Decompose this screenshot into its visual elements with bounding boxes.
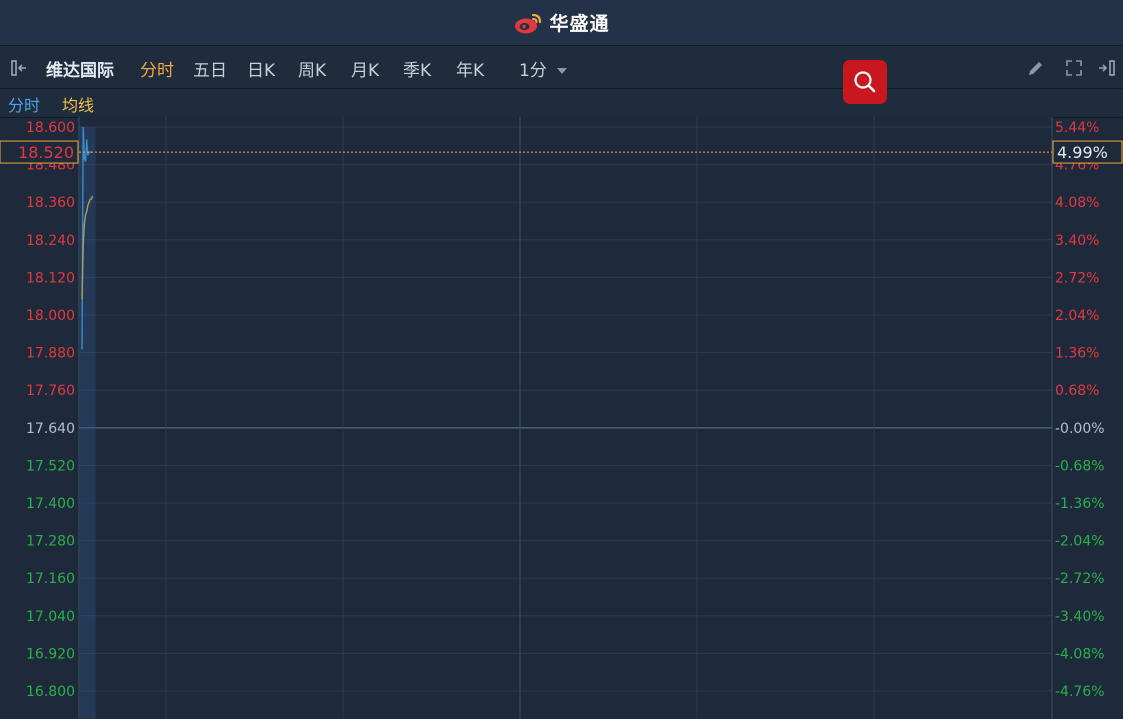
price-tick-label: 16.920 [26,646,75,662]
chevron-down-icon [556,68,567,74]
price-tick-label: 18.240 [26,233,75,249]
tab-monthly-k[interactable]: 月K [351,56,379,81]
pct-tick-label: 4.08% [1055,195,1099,211]
pct-tick-label: -4.76% [1055,684,1105,700]
price-tick-label: 17.760 [26,383,75,399]
search-button[interactable] [843,60,887,104]
price-tick-label: 17.880 [26,346,75,362]
collapse-left-icon[interactable] [10,58,30,78]
pct-tick-label: 2.04% [1055,308,1099,324]
chart-toolbar: 维达国际 分时 五日 日K 周K 月K 季K 年K 1分 [0,46,1123,89]
price-tick-label: 18.600 [26,120,75,136]
tab-intraday[interactable]: 分时 [140,56,174,81]
price-tick-label: 17.640 [26,421,75,437]
brand-name: 华盛通 [549,13,610,35]
current-change-label: 4.99% [1057,143,1108,162]
pct-tick-label: 1.36% [1055,346,1099,362]
pct-tick-label: -2.72% [1055,571,1105,587]
pct-tick-label: 0.68% [1055,383,1099,399]
price-tick-label: 18.360 [26,195,75,211]
price-area [80,127,96,719]
price-tick-label: 16.800 [26,684,75,700]
tab-yearly-k[interactable]: 年K [456,56,484,81]
intraday-chart[interactable]: 18.60018.48018.36018.24018.12018.00017.8… [0,117,1123,719]
pct-tick-label: 3.40% [1055,233,1099,249]
pct-tick-label: -1.36% [1055,496,1105,512]
pencil-icon[interactable] [1026,58,1046,78]
pct-tick-label: -3.40% [1055,609,1105,625]
price-tick-label: 17.400 [26,496,75,512]
interval-value: 1分 [519,61,547,81]
plot-area [79,117,1052,719]
legend-avg-line[interactable]: 均线 [62,92,94,116]
tab-weekly-k[interactable]: 周K [298,56,326,81]
stock-name[interactable]: 维达国际 [46,56,114,81]
price-tick-label: 17.520 [26,458,75,474]
price-tick-label: 17.040 [26,609,75,625]
app-header: 华盛通 [0,0,1123,46]
price-tick-label: 17.280 [26,534,75,550]
price-tick-label: 18.000 [26,308,75,324]
price-tick-label: 17.160 [26,571,75,587]
weibo-logo-icon [515,13,542,33]
legend-bar: 分时 均线 [0,89,1123,118]
pct-tick-label: -4.08% [1055,646,1105,662]
legend-price-line[interactable]: 分时 [8,92,40,116]
pct-tick-label: -0.00% [1055,421,1105,437]
search-icon [854,71,876,93]
collapse-right-icon[interactable] [1097,58,1117,78]
current-price-label: 18.520 [18,143,74,162]
pct-tick-label: -2.04% [1055,534,1105,550]
pct-tick-label: -0.68% [1055,458,1105,474]
price-tick-label: 18.120 [26,270,75,286]
tab-quarterly-k[interactable]: 季K [403,56,431,81]
tab-daily-k[interactable]: 日K [247,56,275,81]
interval-dropdown[interactable]: 1分 [519,56,567,81]
pct-tick-label: 5.44% [1055,120,1099,136]
brand: 华盛通 [513,9,609,36]
tab-five-day[interactable]: 五日 [193,56,227,81]
fullscreen-icon[interactable] [1064,58,1084,78]
pct-tick-label: 2.72% [1055,270,1099,286]
